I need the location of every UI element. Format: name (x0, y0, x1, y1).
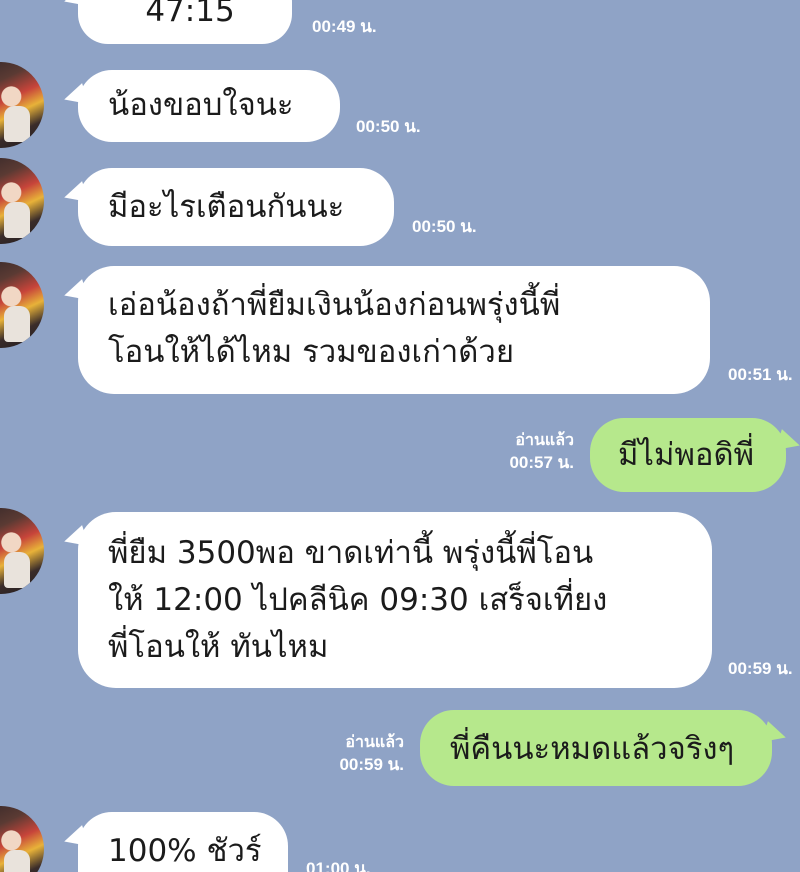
incoming-message[interactable]: 100% ชัวร์ (78, 812, 288, 872)
message-text: เอ่อน้องถ้าพี่ยืมเงินน้องก่อนพรุ่งนี้พี่ (108, 287, 561, 323)
contact-avatar[interactable] (0, 806, 44, 872)
read-receipt: อ่านแล้ว (345, 734, 404, 751)
message-meta: อ่านแล้ว 00:57 น. (476, 430, 574, 474)
message-time: 00:50 น. (412, 217, 477, 236)
message-text: พี่คืนนะหมดแล้วจริงๆ (450, 731, 735, 767)
message-text: 100% ชัวร์ (108, 833, 262, 869)
incoming-message[interactable]: น้องขอบใจนะ (78, 70, 340, 142)
message-text: 47:15 (145, 0, 235, 29)
message-time: 00:59 น. (339, 755, 404, 774)
incoming-message[interactable]: เอ่อน้องถ้าพี่ยืมเงินน้องก่อนพรุ่งนี้พี่… (78, 266, 710, 394)
message-text: มีไม่พอดิพี่ (618, 437, 755, 473)
read-receipt: อ่านแล้ว (515, 432, 574, 449)
message-text: น้องขอบใจนะ (108, 87, 294, 123)
message-text: พี่โอนให้ ทันไหม (108, 629, 329, 665)
message-text: มีอะไรเตือนกันนะ (108, 189, 345, 225)
message-text: ให้ 12:00 ไปคลีนิค 09:30 เสร็จเที่ยง (108, 582, 608, 618)
contact-avatar[interactable] (0, 508, 44, 594)
contact-avatar[interactable] (0, 62, 44, 148)
message-time: 00:51 น. (728, 365, 793, 384)
message-time: 01:00 น. (306, 859, 371, 872)
message-time: 00:57 น. (509, 453, 574, 472)
message-text: โอนให้ได้ไหม รวมของเก่าด้วย (108, 334, 514, 370)
chat-area[interactable]: 47:15 00:49 น. น้องขอบใจนะ 00:50 น. มีอะ… (0, 0, 800, 872)
outgoing-message[interactable]: มีไม่พอดิพี่ (590, 418, 786, 492)
message-meta: อ่านแล้ว 00:59 น. (306, 732, 404, 776)
message-time: 00:49 น. (312, 17, 377, 36)
incoming-message[interactable]: 47:15 (78, 0, 292, 44)
message-text: พี่ยืม 3500พอ ขาดเท่านี้ พรุ่งนี้พี่โอน (108, 535, 594, 571)
contact-avatar[interactable] (0, 158, 44, 244)
incoming-message[interactable]: พี่ยืม 3500พอ ขาดเท่านี้ พรุ่งนี้พี่โอน … (78, 512, 712, 688)
message-time: 00:50 น. (356, 117, 421, 136)
outgoing-message[interactable]: พี่คืนนะหมดแล้วจริงๆ (420, 710, 772, 786)
contact-avatar[interactable] (0, 262, 44, 348)
incoming-message[interactable]: มีอะไรเตือนกันนะ (78, 168, 394, 246)
message-time: 00:59 น. (728, 659, 793, 678)
